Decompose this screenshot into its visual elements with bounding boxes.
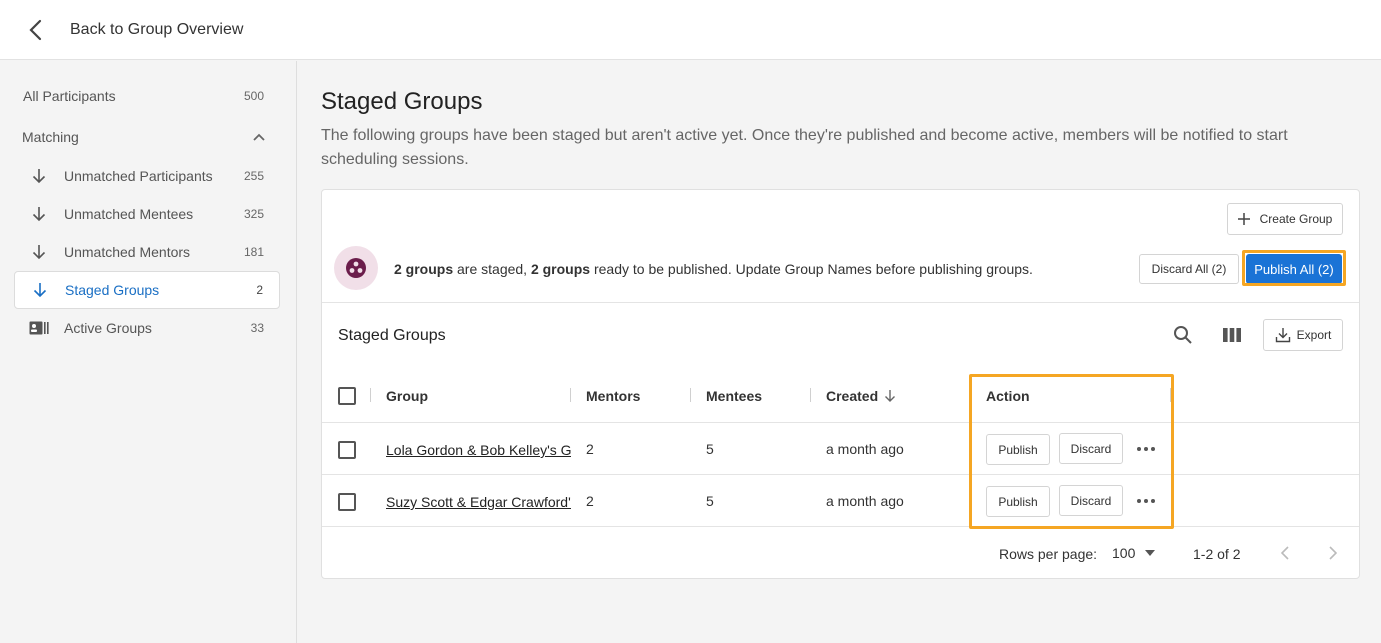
column-header-action: Action (986, 388, 1030, 404)
sidebar-item-count: 33 (250, 321, 264, 335)
previous-page-button[interactable] (1276, 542, 1294, 564)
column-header-mentors[interactable]: Mentors (586, 388, 640, 404)
back-button[interactable] (0, 0, 70, 60)
caret-down-icon (1145, 550, 1156, 556)
sidebar-item-label: Unmatched Participants (64, 168, 213, 184)
plus-icon (1237, 213, 1250, 225)
chevron-left-icon (1281, 546, 1289, 560)
column-separator (810, 388, 811, 402)
column-separator (370, 388, 371, 402)
rows-per-page-label: Rows per page: (999, 546, 1098, 562)
arrow-down-icon (32, 207, 46, 222)
top-bar: Back to Group Overview (0, 0, 1381, 60)
group-name-link[interactable]: Lola Gordon & Bob Kelley's Group (386, 442, 571, 458)
select-all-checkbox[interactable] (338, 387, 356, 405)
discard-button[interactable]: Discard (1059, 433, 1123, 464)
more-options-icon[interactable] (1137, 447, 1155, 451)
export-button[interactable]: Export (1263, 319, 1343, 351)
staged-groups-card: Create Group 2 groups are staged, 2 grou… (321, 189, 1360, 579)
chevron-right-icon (1329, 546, 1337, 560)
arrow-down-icon (33, 283, 47, 298)
created-date: a month ago (826, 441, 904, 457)
chevron-left-icon (29, 19, 42, 40)
divider (322, 474, 1359, 475)
divider (322, 526, 1359, 527)
sidebar-item-label: Staged Groups (65, 282, 160, 298)
divider (322, 302, 1359, 303)
download-icon (1275, 328, 1290, 343)
sidebar-item-count: 500 (243, 89, 264, 103)
sidebar-item-unmatched-mentees[interactable]: Unmatched Mentees 325 (14, 195, 280, 233)
sidebar-item-count: 2 (256, 283, 263, 297)
discard-button[interactable]: Discard (1059, 485, 1123, 516)
arrow-down-icon (32, 169, 46, 184)
sidebar-item-label: Active Groups (64, 320, 152, 336)
mentors-count: 2 (586, 493, 594, 509)
more-options-icon[interactable] (1137, 499, 1155, 503)
divider (322, 422, 1359, 423)
sidebar-item-count: 325 (243, 207, 264, 221)
mentors-count: 2 (586, 441, 594, 457)
column-separator (570, 388, 571, 402)
sidebar-item-label: All Participants (23, 88, 116, 104)
export-label: Export (1296, 328, 1332, 342)
sidebar-item-count: 255 (243, 169, 264, 183)
publish-button[interactable]: Publish (986, 486, 1050, 517)
contact-card-icon (29, 321, 49, 335)
pagination-range: 1-2 of 2 (1193, 546, 1241, 562)
column-header-label: Created (826, 388, 879, 404)
publish-button[interactable]: Publish (986, 434, 1050, 465)
chevron-up-icon (253, 133, 265, 141)
column-separator (690, 388, 691, 402)
group-name-link[interactable]: Suzy Scott & Edgar Crawford's Group (386, 494, 571, 510)
sidebar-section-matching[interactable]: Matching (14, 118, 280, 156)
sidebar: All Participants 500 Matching Unmatched … (0, 61, 297, 643)
sidebar-item-label: Unmatched Mentees (64, 206, 194, 222)
create-group-button[interactable]: Create Group (1227, 203, 1343, 235)
search-icon (1174, 326, 1192, 344)
sidebar-item-count: 181 (243, 245, 264, 259)
staged-summary-text: 2 groups are staged, 2 groups ready to b… (394, 261, 1033, 277)
column-header-mentees[interactable]: Mentees (706, 388, 762, 404)
row-checkbox[interactable] (338, 493, 356, 511)
sidebar-item-label: Unmatched Mentors (64, 244, 191, 260)
sidebar-item-active-groups[interactable]: Active Groups 33 (14, 309, 280, 347)
sidebar-item-unmatched-mentors[interactable]: Unmatched Mentors 181 (14, 233, 280, 271)
next-page-button[interactable] (1324, 542, 1342, 564)
create-group-label: Create Group (1259, 212, 1333, 226)
rows-per-page-select[interactable]: 100 (1112, 545, 1156, 561)
sidebar-item-unmatched-participants[interactable]: Unmatched Participants 255 (14, 157, 280, 195)
sidebar-item-staged-groups[interactable]: Staged Groups 2 (14, 271, 280, 309)
search-button[interactable] (1170, 322, 1196, 348)
created-date: a month ago (826, 493, 904, 509)
column-header-created[interactable]: Created (826, 388, 896, 404)
columns-button[interactable] (1219, 322, 1245, 348)
rows-per-page-value: 100 (1112, 545, 1136, 561)
publish-all-button[interactable]: Publish All (2) (1246, 254, 1342, 284)
mentees-count: 5 (706, 493, 714, 509)
column-separator (1170, 388, 1171, 402)
row-checkbox[interactable] (338, 441, 356, 459)
sidebar-item-all-participants[interactable]: All Participants 500 (14, 77, 280, 115)
mentees-count: 5 (706, 441, 714, 457)
sort-arrow-down-icon (885, 390, 896, 402)
back-link-label[interactable]: Back to Group Overview (70, 21, 243, 39)
page-title: Staged Groups (321, 88, 483, 115)
table-title: Staged Groups (338, 327, 446, 344)
columns-icon (1223, 328, 1241, 342)
discard-all-button[interactable]: Discard All (2) (1139, 254, 1239, 284)
arrow-down-icon (32, 245, 46, 260)
sidebar-section-label: Matching (22, 129, 79, 145)
column-header-group[interactable]: Group (386, 388, 428, 404)
group-icon (334, 246, 378, 290)
page-description: The following groups have been staged bu… (321, 127, 1288, 168)
